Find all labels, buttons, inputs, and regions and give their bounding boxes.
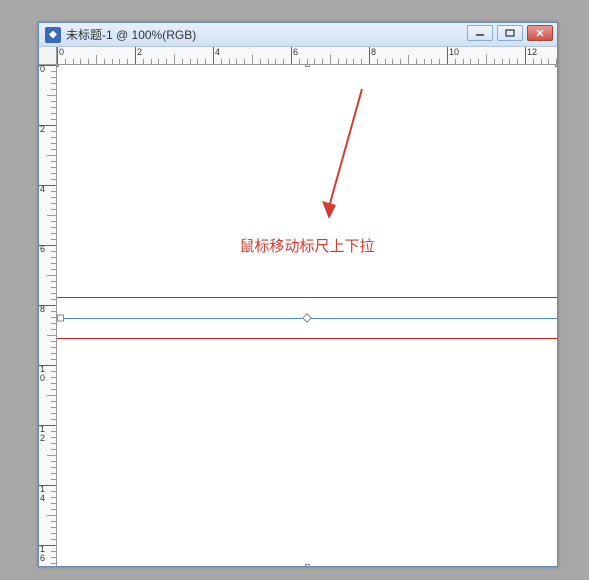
annotation-text: 鼠标移动标尺上下拉 — [239, 235, 374, 256]
selection-handle-center[interactable] — [302, 313, 312, 323]
ruler-h-label: 8 — [371, 47, 376, 57]
maximize-button[interactable] — [497, 25, 523, 41]
bounds-handle-bc[interactable] — [305, 564, 310, 566]
ruler-h-label: 2 — [137, 47, 142, 57]
selection-rectangle[interactable] — [57, 297, 557, 339]
canvas[interactable]: 鼠标移动标尺上下拉 — [57, 65, 557, 566]
ruler-v-label: 10 — [40, 365, 50, 383]
ruler-h-label: 12 — [527, 47, 537, 57]
ruler-v-label: 12 — [40, 425, 50, 443]
minimize-button[interactable] — [467, 25, 493, 41]
app-icon — [45, 27, 61, 43]
annotation-arrow — [317, 89, 377, 229]
ruler-v-label: 2 — [40, 125, 50, 134]
window-controls — [467, 25, 553, 41]
close-button[interactable] — [527, 25, 553, 41]
bounds-handle-tl[interactable] — [57, 65, 59, 67]
window-title: 未标题-1 @ 100%(RGB) — [66, 26, 196, 43]
ruler-h-label: 10 — [449, 47, 459, 57]
ruler-v-label: 6 — [40, 245, 50, 254]
ruler-h-label: 4 — [215, 47, 220, 57]
app-window: 未标题-1 @ 100%(RGB) 0 2 4 6 8 10 12 0 2 4 6 8 10 12 14 1… — [38, 22, 558, 567]
ruler-v-label: 16 — [40, 545, 50, 563]
titlebar[interactable]: 未标题-1 @ 100%(RGB) — [39, 23, 557, 47]
ruler-v-label: 8 — [40, 305, 50, 314]
bounds-handle-tr[interactable] — [555, 65, 557, 67]
ruler-v-label: 4 — [40, 185, 50, 194]
ruler-h-label: 6 — [293, 47, 298, 57]
ruler-horizontal[interactable]: 0 2 4 6 8 10 12 — [57, 47, 557, 65]
ruler-v-label: 0 — [40, 65, 50, 74]
ruler-origin[interactable] — [39, 47, 57, 65]
bounds-handle-tc[interactable] — [305, 65, 310, 67]
ruler-h-label: 0 — [59, 47, 64, 57]
ruler-v-label: 14 — [40, 485, 50, 503]
ruler-vertical[interactable]: 024681012141618 — [39, 65, 57, 566]
